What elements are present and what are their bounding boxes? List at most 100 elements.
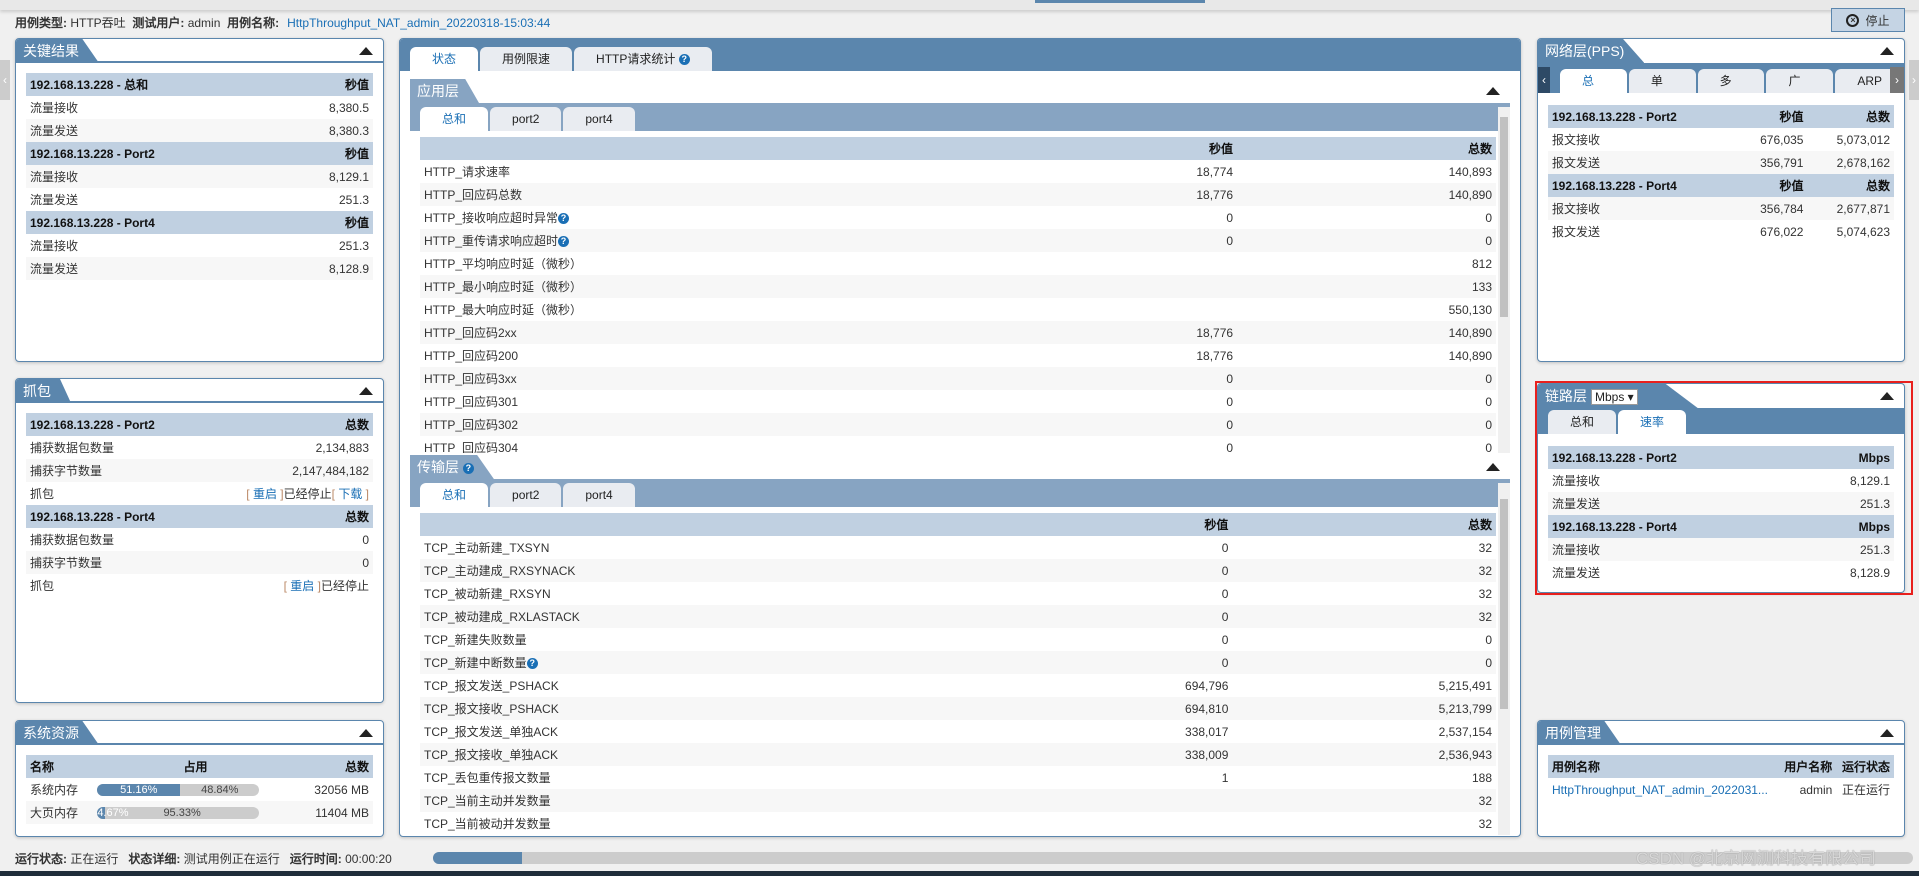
- group-header-row: 192.168.13.228 - Port4 秒值: [26, 211, 373, 234]
- table-row: TCP_丢包重传报文数量 1 188: [420, 766, 1496, 789]
- total-value: 5,074,623: [1836, 224, 1890, 239]
- column-header: 秒值: [1735, 174, 1808, 197]
- table-row: 系统内存 51.16% 48.84% 32056 MB: [26, 778, 373, 801]
- main-tabs: 状态 用例限速 HTTP请求统计 ?: [400, 39, 1520, 71]
- network-layer-panel: 网络层(PPS) ‹总和单播多播广播ARP› 192.168.13.228 - …: [1537, 38, 1905, 362]
- tab-0[interactable]: 总和: [1560, 69, 1627, 93]
- table-row: 捕获数据包数量 2,134,883: [26, 436, 373, 459]
- per-second-value: 0: [1226, 440, 1234, 454]
- per-second-value: 0: [1221, 632, 1229, 647]
- metric-name: 流量接收: [1552, 474, 1601, 488]
- restart-link[interactable]: 重启: [253, 487, 277, 501]
- help-icon[interactable]: ?: [526, 658, 538, 670]
- help-icon[interactable]: ?: [558, 213, 570, 225]
- tab-1[interactable]: 单播: [1628, 69, 1696, 93]
- scrollbar[interactable]: [1498, 483, 1510, 835]
- column-header: 总数: [200, 413, 373, 436]
- used-percent: 51.16%: [97, 783, 181, 796]
- transport-layer-tabs: 总和 port2 port4: [410, 479, 1510, 507]
- case-type: HTTP吞吐: [70, 16, 126, 30]
- resource-name: 系统内存: [30, 783, 79, 797]
- metric-name: HTTP_回应码302: [424, 418, 519, 432]
- tab-2[interactable]: port4: [563, 107, 635, 131]
- capture-label: 抓包: [30, 579, 55, 593]
- table-row: HTTP_最小响应时延（微秒） 133: [420, 275, 1496, 298]
- metric-name: 流量发送: [1548, 492, 1803, 515]
- metric-name: HTTP_回应码304: [424, 441, 519, 453]
- stop-button[interactable]: × 停止: [1831, 8, 1905, 32]
- scrollbar[interactable]: [1498, 107, 1510, 453]
- table-row: TCP_新建失败数量 0 0: [420, 628, 1496, 651]
- help-icon[interactable]: ?: [678, 54, 690, 66]
- metric-name: 捕获数据包数量: [30, 533, 115, 547]
- metric-name: TCP_丢包重传报文数量: [424, 771, 551, 785]
- tab-3[interactable]: 广播: [1766, 69, 1834, 93]
- collapse-icon[interactable]: [1486, 87, 1500, 95]
- column-header: 运行状态: [1836, 755, 1894, 778]
- section-title: 应用层: [410, 79, 479, 103]
- metric-name: TCP_当前主动并发数量: [424, 794, 551, 808]
- metric-name: TCP_主动新建_TXSYN: [424, 541, 550, 555]
- table-row: HTTP_回应码3xx 0 0: [420, 367, 1496, 390]
- table-row: 捕获字节数量 0: [26, 551, 373, 574]
- total-value: 0: [1237, 229, 1496, 252]
- capture-actions: [ 重启 ]已经停止: [283, 579, 369, 593]
- table-row: 报文接收 676,035 5,073,012: [1548, 128, 1894, 151]
- table-row: 大页内存 4.67% 95.33% 11404 MB: [26, 801, 373, 824]
- metric-value: 251.3: [338, 192, 369, 207]
- group-name: 192.168.13.228 - Port4: [1548, 515, 1803, 538]
- unit-select[interactable]: Mbps ▾: [1591, 389, 1638, 405]
- total-value: 133: [1237, 275, 1496, 298]
- collapse-icon[interactable]: [1880, 47, 1894, 55]
- tab-0[interactable]: 总和: [1548, 410, 1617, 434]
- group-name: 192.168.13.228 - Port2: [26, 142, 281, 165]
- stop-label: 停止: [1865, 13, 1890, 28]
- tab-2[interactable]: port4: [563, 483, 635, 507]
- tab-0[interactable]: 总和: [420, 107, 489, 131]
- metric-value: 2,134,883: [315, 440, 369, 455]
- tab-2[interactable]: 多播: [1697, 69, 1765, 93]
- collapse-icon[interactable]: [359, 47, 373, 55]
- case-name-link[interactable]: HttpThroughput_NAT_admin_20220318-15:03:…: [287, 16, 550, 30]
- collapse-icon[interactable]: [1880, 729, 1894, 737]
- collapse-icon[interactable]: [359, 387, 373, 395]
- right-scroll-arrow-icon[interactable]: ›: [1909, 60, 1919, 100]
- total-value: 140,893: [1448, 164, 1492, 179]
- metric-name: HTTP_最大响应时延（微秒）: [424, 303, 583, 317]
- column-header: 总数: [1807, 174, 1894, 197]
- total-value: 0: [1485, 210, 1492, 225]
- metric-name: TCP_主动建成_RXSYNACK: [424, 564, 576, 578]
- table-row: 流量接收 251.3: [26, 234, 373, 257]
- total-value: 0: [1232, 651, 1496, 674]
- panel-title: 网络层(PPS): [1538, 39, 1645, 63]
- help-icon[interactable]: ?: [558, 236, 570, 248]
- collapse-icon[interactable]: [1880, 392, 1894, 400]
- tab-scroll-right-icon[interactable]: ›: [1890, 67, 1904, 93]
- table-row: 报文发送 356,791 2,678,162: [1548, 151, 1894, 174]
- tab-1[interactable]: 用例限速: [480, 47, 573, 71]
- app-layer-tabs: 总和 port2 port4: [410, 103, 1510, 131]
- tab-scroll-left-icon[interactable]: ‹: [1538, 67, 1550, 93]
- column-header: 秒值: [280, 142, 373, 165]
- group-header-row: 192.168.13.228 - Port2 秒值: [26, 142, 373, 165]
- panel-title: 抓包: [16, 379, 71, 403]
- tab-0[interactable]: 状态: [410, 47, 479, 71]
- help-icon[interactable]: ?: [462, 462, 474, 474]
- tab-2[interactable]: HTTP请求统计 ?: [574, 47, 712, 71]
- tab-1[interactable]: port2: [490, 483, 562, 507]
- case-name-link[interactable]: HttpThroughput_NAT_admin_2022031...: [1552, 783, 1768, 797]
- metric-name: 报文发送: [1548, 151, 1736, 174]
- left-scroll-arrow-icon[interactable]: ‹: [0, 60, 10, 100]
- user: admin: [187, 16, 221, 30]
- case-management-table: 用例名称 用户名称 运行状态 HttpThroughput_NAT_admin_202…: [1548, 755, 1894, 801]
- column-header: 秒值: [1011, 513, 1233, 536]
- column-header: 总数: [1807, 105, 1894, 128]
- collapse-icon[interactable]: [1486, 463, 1500, 471]
- top-strip: [0, 0, 1919, 10]
- download-link[interactable]: 下载: [338, 487, 362, 501]
- collapse-icon[interactable]: [359, 729, 373, 737]
- tab-0[interactable]: 总和: [420, 483, 489, 507]
- tab-1[interactable]: 速率: [1618, 410, 1687, 434]
- tab-1[interactable]: port2: [490, 107, 562, 131]
- restart-link[interactable]: 重启: [290, 579, 314, 593]
